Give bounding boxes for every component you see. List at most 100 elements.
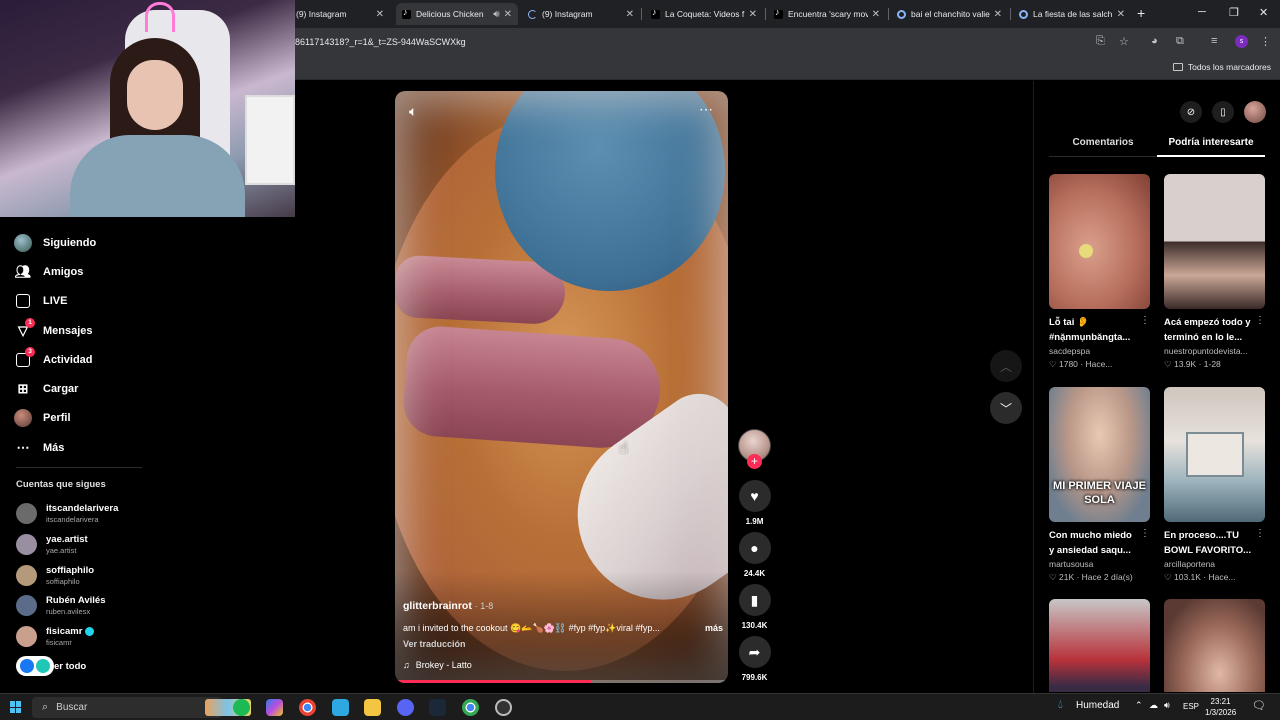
- sidebar-item-label: Amigos: [43, 265, 84, 278]
- notifications-icon[interactable]: 🗨︎: [1252, 699, 1266, 712]
- recommended-video-card[interactable]: ⋮ Lỗ tai 👂 #nặnmụnbăngta... sacdepspa ♡ …: [1049, 174, 1150, 370]
- close-icon[interactable]: ✕: [626, 9, 634, 20]
- kebab-menu-icon[interactable]: ⋮: [1260, 35, 1271, 48]
- tab-salchichas[interactable]: La fiesta de las salch ✕: [1013, 3, 1131, 25]
- followed-account[interactable]: fisicamr fisicamr: [16, 626, 95, 647]
- recommended-video-card[interactable]: [1164, 599, 1265, 692]
- card-thumbnail: [1049, 174, 1150, 309]
- copilot-icon[interactable]: [266, 699, 283, 716]
- media-control-icon[interactable]: ≡: [1211, 35, 1217, 47]
- more-options-icon[interactable]: ⋯: [699, 101, 714, 118]
- share-action[interactable]: ➦ 799.6K: [738, 636, 771, 682]
- discord-icon[interactable]: [397, 699, 414, 716]
- video-player[interactable]: 🔈︎ ⋯ glitterbrainrot · 1-8 am i invited …: [395, 91, 728, 683]
- next-video-button[interactable]: ﹀: [990, 392, 1022, 424]
- close-icon[interactable]: ✕: [1117, 9, 1125, 20]
- chrome-icon[interactable]: [299, 699, 316, 716]
- spotify-icon[interactable]: [233, 699, 250, 716]
- tab-coqueta[interactable]: La Coqueta: Videos f ✕: [645, 3, 763, 25]
- sidebar-item-mas[interactable]: ⋯ Más: [14, 433, 194, 462]
- tab-chanchito[interactable]: bai el chanchito valie ✕: [891, 3, 1008, 25]
- windows-start-icon[interactable]: [10, 701, 22, 713]
- follow-plus-button[interactable]: +: [747, 454, 762, 469]
- sidebar-item-perfil[interactable]: Perfil: [14, 404, 194, 433]
- steam-icon[interactable]: [429, 699, 446, 716]
- bookmark-star-icon[interactable]: ☆: [1119, 35, 1129, 48]
- language-indicator[interactable]: ESP: [1183, 702, 1199, 711]
- card-more-icon[interactable]: ⋮: [1255, 315, 1265, 326]
- volume-icon[interactable]: 🔈︎: [409, 103, 417, 120]
- save-action[interactable]: ▮ 130.4K: [738, 584, 771, 630]
- video-progress-bar[interactable]: [395, 680, 728, 683]
- install-app-icon[interactable]: ⎘: [1096, 35, 1105, 48]
- tab-scary-movie[interactable]: Encuentra 'scary mov ✕: [768, 3, 886, 25]
- caption-more-button[interactable]: más: [705, 623, 723, 634]
- video-author-row[interactable]: glitterbrainrot · 1-8: [403, 600, 493, 612]
- bookmark-icon[interactable]: ▮: [738, 584, 771, 616]
- tray-chevron-icon[interactable]: ⌃: [1135, 700, 1143, 711]
- close-icon[interactable]: ✕: [749, 9, 757, 20]
- minimize-button[interactable]: ─: [1198, 6, 1206, 18]
- recommended-video-card[interactable]: [1049, 599, 1150, 692]
- account-handle: itscandelarivera: [46, 515, 99, 524]
- weather-label[interactable]: Humedad: [1076, 700, 1119, 711]
- card-more-icon[interactable]: ⋮: [1255, 528, 1265, 539]
- see-translation-button[interactable]: Ver traducción: [403, 639, 466, 649]
- extension-color-icon[interactable]: ◕: [1151, 35, 1158, 47]
- volume-tray-icon[interactable]: 🔊︎: [1164, 700, 1170, 711]
- sidebar-item-actividad[interactable]: 3 Actividad: [14, 345, 194, 374]
- sidebar-item-amigos[interactable]: 👥︎ Amigos: [14, 257, 194, 286]
- heart-icon[interactable]: ♥: [738, 480, 771, 512]
- recommended-video-card[interactable]: ⋮ Acá empezó todo y terminó en lo le... …: [1164, 174, 1265, 370]
- sidebar-item-mensajes[interactable]: ▽ 1 Mensajes: [14, 316, 194, 345]
- card-more-icon[interactable]: ⋮: [1140, 315, 1150, 326]
- speaker-icon[interactable]: 🔊︎: [493, 9, 499, 20]
- comment-icon[interactable]: ●: [738, 532, 771, 564]
- user-avatar[interactable]: [1244, 101, 1266, 123]
- comment-action[interactable]: ● 24.4K: [738, 532, 771, 578]
- like-action[interactable]: ♥ 1.9M: [738, 480, 771, 526]
- profile-avatar[interactable]: s: [1235, 35, 1248, 48]
- obs-icon[interactable]: [495, 699, 512, 716]
- all-bookmarks-button[interactable]: Todos los marcadores: [1172, 62, 1271, 72]
- restore-button[interactable]: ❐: [1229, 6, 1239, 19]
- close-icon[interactable]: ✕: [994, 9, 1002, 20]
- account-name: yae.artist: [46, 534, 88, 545]
- extensions-puzzle-icon[interactable]: ⧉: [1176, 35, 1184, 48]
- tab-comentarios[interactable]: Comentarios: [1049, 137, 1157, 157]
- tab-instagram-2[interactable]: (9) Instagram ✕: [522, 3, 640, 25]
- taskbar-search[interactable]: ⌕ Buscar: [32, 697, 251, 718]
- video-music-row[interactable]: ♫ Brokey - Latto: [403, 660, 472, 670]
- url-field[interactable]: 8611714318?_r=1&_t=ZS-944WaSCWXkg: [295, 37, 466, 47]
- sidebar-item-cargar[interactable]: ⊞ Cargar: [14, 374, 194, 403]
- close-icon[interactable]: ✕: [504, 9, 512, 20]
- followed-account[interactable]: Rubén Avilés ruben.avilesx: [16, 595, 105, 616]
- recommended-video-card[interactable]: ⋮ En proceso....TU BOWL FAVORITO... arci…: [1164, 387, 1265, 583]
- tab-tiktok-active[interactable]: Delicious Chicken 🔊︎ ✕: [396, 3, 518, 25]
- recommended-video-card[interactable]: MI PRIMER VIAJE SOLA ⋮ Con mucho miedo y…: [1049, 387, 1150, 583]
- followed-account[interactable]: soffiaphilo soffiaphilo: [16, 565, 94, 586]
- file-explorer-icon[interactable]: [364, 699, 381, 716]
- network-icon[interactable]: ☁: [1149, 700, 1158, 711]
- close-window-button[interactable]: ✕: [1259, 6, 1268, 19]
- avatar: [16, 595, 37, 616]
- taskbar-clock[interactable]: 23:21 1/3/2026: [1205, 696, 1236, 718]
- chrome-profile-icon[interactable]: [462, 699, 479, 716]
- card-more-icon[interactable]: ⋮: [1140, 528, 1150, 539]
- compass-icon[interactable]: ⊘: [1180, 101, 1202, 123]
- sidebar-item-live[interactable]: LIVE: [14, 287, 194, 316]
- followed-account[interactable]: itscandelarivera itscandelarivera: [16, 503, 118, 524]
- share-arrow-icon[interactable]: ➦: [738, 636, 771, 668]
- followed-account[interactable]: yae.artist yae.artist: [16, 534, 88, 555]
- google-icon: [897, 9, 906, 19]
- tab-instagram-1[interactable]: (9) Instagram ✕: [290, 3, 390, 25]
- close-icon[interactable]: ✕: [872, 9, 880, 20]
- previous-video-button[interactable]: ︿: [990, 350, 1022, 382]
- tab-podria-interesarte[interactable]: Podría interesarte: [1157, 137, 1265, 157]
- phone-icon[interactable]: ▯: [1212, 101, 1234, 123]
- app-shield-icon[interactable]: [332, 699, 349, 716]
- close-icon[interactable]: ✕: [376, 9, 384, 20]
- new-tab-button[interactable]: +: [1137, 5, 1145, 21]
- see-all-button[interactable]: er todo: [16, 656, 86, 676]
- sidebar-item-siguiendo[interactable]: Siguiendo: [14, 228, 194, 257]
